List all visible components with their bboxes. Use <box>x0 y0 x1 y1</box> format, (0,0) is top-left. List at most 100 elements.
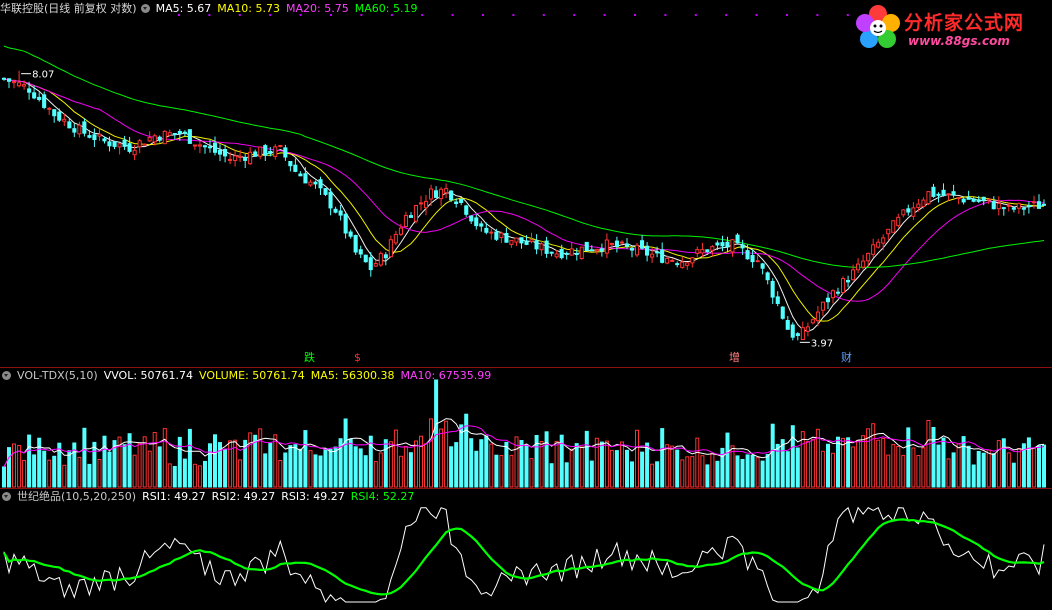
candle[interactable] <box>439 188 444 200</box>
candle[interactable] <box>157 136 162 141</box>
candle[interactable] <box>263 145 268 156</box>
candle[interactable] <box>444 188 449 194</box>
candle[interactable] <box>665 257 670 264</box>
volume-bar[interactable] <box>861 435 866 488</box>
candle[interactable] <box>830 290 836 299</box>
volume-bar[interactable] <box>921 447 926 488</box>
volume-bar[interactable] <box>871 423 876 488</box>
candle[interactable] <box>348 231 353 237</box>
candle[interactable] <box>162 130 167 145</box>
candle[interactable] <box>7 78 12 82</box>
volume-bar[interactable] <box>614 450 619 488</box>
volume-bar[interactable] <box>946 458 951 488</box>
candle[interactable] <box>690 257 695 264</box>
volume-bar[interactable] <box>770 423 775 488</box>
volume-bar[interactable] <box>107 451 112 488</box>
volume-bar[interactable] <box>670 445 675 488</box>
volume-bar[interactable] <box>906 427 911 488</box>
volume-bar[interactable] <box>574 443 579 488</box>
volume-bar[interactable] <box>856 439 861 488</box>
candle[interactable] <box>273 146 278 157</box>
volume-bar[interactable] <box>966 445 971 488</box>
candle[interactable] <box>393 234 398 244</box>
candle[interactable] <box>87 135 92 138</box>
volume-bar[interactable] <box>956 443 961 488</box>
candle[interactable] <box>22 84 27 87</box>
volume-bar[interactable] <box>7 447 11 488</box>
candle[interactable] <box>484 227 489 233</box>
candle[interactable] <box>207 146 212 149</box>
volume-bar[interactable] <box>725 432 730 488</box>
candle[interactable] <box>916 203 921 208</box>
volume-bar[interactable] <box>976 451 981 488</box>
volume-bar[interactable] <box>539 441 544 488</box>
candle[interactable] <box>614 240 620 248</box>
volume-bar[interactable] <box>1037 445 1041 488</box>
volume-bar[interactable] <box>424 443 428 488</box>
volume-panel[interactable] <box>2 379 1046 488</box>
candle[interactable] <box>57 111 62 121</box>
volume-bar[interactable] <box>489 443 494 488</box>
candle[interactable] <box>213 142 218 153</box>
candle[interactable] <box>278 145 283 147</box>
settings-circle-icon[interactable] <box>140 4 150 13</box>
volume-bar[interactable] <box>695 437 700 488</box>
volume-bar[interactable] <box>419 435 423 488</box>
candle[interactable] <box>891 220 896 233</box>
volume-bar[interactable] <box>82 427 87 488</box>
candle[interactable] <box>504 233 509 243</box>
candle[interactable] <box>373 263 378 267</box>
volume-bar[interactable] <box>308 450 313 488</box>
volume-bar[interactable] <box>403 446 408 488</box>
candle[interactable] <box>403 214 408 227</box>
stock-chart[interactable]: 8.07 3.97 <box>0 0 1052 610</box>
volume-bar[interactable] <box>620 441 624 488</box>
candle[interactable] <box>740 244 745 249</box>
candle[interactable] <box>233 155 238 161</box>
candle[interactable] <box>650 253 655 258</box>
candle[interactable] <box>755 260 760 263</box>
volume-bar[interactable] <box>203 460 207 488</box>
volume-bar[interactable] <box>278 460 283 488</box>
candle[interactable] <box>876 241 881 248</box>
volume-bar[interactable] <box>67 450 72 488</box>
candle[interactable] <box>795 333 800 337</box>
volume-bar[interactable] <box>162 428 167 488</box>
candle[interactable] <box>97 133 102 137</box>
candle[interactable] <box>750 255 755 263</box>
volume-bar[interactable] <box>2 466 6 488</box>
volume-bar[interactable] <box>700 455 705 488</box>
volume-bar[interactable] <box>589 460 594 488</box>
candle[interactable] <box>509 239 514 245</box>
volume-bar[interactable] <box>393 429 398 488</box>
candle[interactable] <box>981 196 986 201</box>
candle[interactable] <box>117 143 122 148</box>
candle[interactable] <box>268 151 273 154</box>
volume-bar[interactable] <box>273 434 278 488</box>
candle[interactable] <box>760 263 765 269</box>
volume-bar[interactable] <box>509 454 514 488</box>
candle[interactable] <box>368 257 373 271</box>
volume-bar[interactable] <box>444 420 449 488</box>
candle[interactable] <box>554 253 559 258</box>
volume-bar[interactable] <box>790 425 795 488</box>
volume-bar[interactable] <box>690 456 695 488</box>
candle[interactable] <box>1021 207 1026 210</box>
volume-bar[interactable] <box>208 443 212 488</box>
volume-bar[interactable] <box>851 446 856 488</box>
volume-bar[interactable] <box>157 446 162 488</box>
candle[interactable] <box>599 248 604 252</box>
volume-bar[interactable] <box>429 418 433 488</box>
volume-bar[interactable] <box>228 440 233 488</box>
volume-bar[interactable] <box>358 448 363 488</box>
volume-bar[interactable] <box>454 442 459 488</box>
volume-bar[interactable] <box>599 441 604 488</box>
candle[interactable] <box>820 301 826 311</box>
candle[interactable] <box>197 144 202 147</box>
volume-bar[interactable] <box>886 454 891 488</box>
volume-bar[interactable] <box>564 462 569 488</box>
volume-bar[interactable] <box>459 424 464 488</box>
candle[interactable] <box>846 280 851 283</box>
candle[interactable] <box>619 241 625 244</box>
volume-bar[interactable] <box>177 436 182 488</box>
